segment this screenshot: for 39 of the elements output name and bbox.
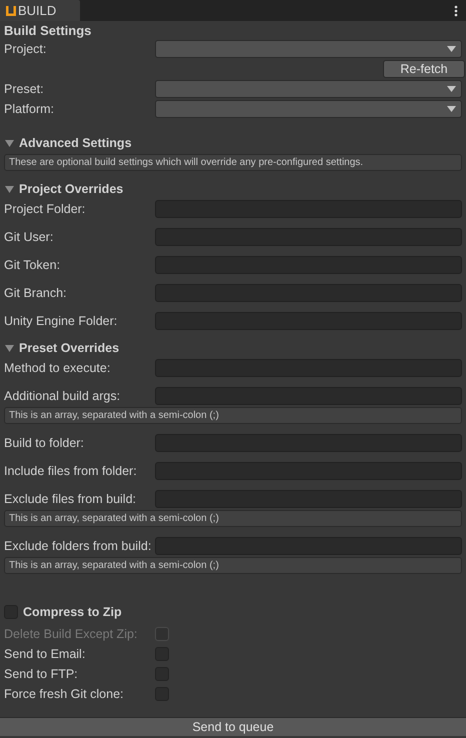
field-label: Send to FTP:	[4, 666, 79, 683]
section-heading: Build Settings	[4, 22, 92, 40]
more-vertical-icon	[454, 4, 458, 16]
help-box: This is an array, separated with a semi-colon (;)	[4, 407, 462, 424]
field-label: Git Token:	[4, 257, 62, 274]
checkbox-label: Compress to Zip	[23, 605, 122, 619]
help-box: This is an array, separated with a semi-colon (;)	[4, 510, 462, 527]
field-label: Git Branch:	[4, 285, 68, 302]
dropdown-arrow-icon	[447, 86, 456, 92]
dropdown-arrow-icon	[447, 46, 456, 52]
editor-tab[interactable]: BUILD	[0, 0, 80, 21]
dropdown-field[interactable]	[155, 100, 462, 118]
field-label: Method to execute:	[4, 360, 112, 377]
u-shape-icon	[5, 4, 17, 16]
field-label: Exclude files from build:	[4, 491, 138, 508]
send-to-queue-button[interactable]: Send to queue	[0, 717, 466, 736]
field-label: Git User:	[4, 229, 54, 246]
field-label: Platform:	[4, 101, 56, 118]
field-label: Unity Engine Folder:	[4, 313, 118, 330]
refetch-button[interactable]: Re-fetch	[383, 60, 465, 78]
foldout-header[interactable]: Preset Overrides	[4, 340, 462, 356]
field-label: Build to folder:	[4, 435, 85, 452]
field-label: Force fresh Git clone:	[4, 686, 124, 703]
field-label: Additional build args:	[4, 388, 122, 405]
help-box: This is an array, separated with a semi-colon (;)	[4, 557, 462, 574]
dropdown-field[interactable]	[155, 80, 462, 98]
foldout-header[interactable]: Advanced Settings	[4, 135, 462, 151]
field-label: Include files from folder:	[4, 463, 138, 480]
help-box: These are optional build settings which will override any pre-configured settings.	[4, 154, 462, 171]
foldout-header[interactable]: Project Overrides	[4, 181, 462, 197]
tab-title: BUILD	[18, 3, 56, 18]
field-label: Project:	[4, 41, 48, 58]
dropdown-arrow-icon	[447, 106, 456, 112]
dropdown-field[interactable]	[155, 40, 462, 58]
field-label: Preset:	[4, 81, 45, 98]
field-label: Send to Email:	[4, 646, 86, 663]
field-label: Exclude folders from build:	[4, 538, 152, 555]
field-label: Delete Build Except Zip:	[4, 626, 138, 643]
field-label: Project Folder:	[4, 201, 86, 218]
